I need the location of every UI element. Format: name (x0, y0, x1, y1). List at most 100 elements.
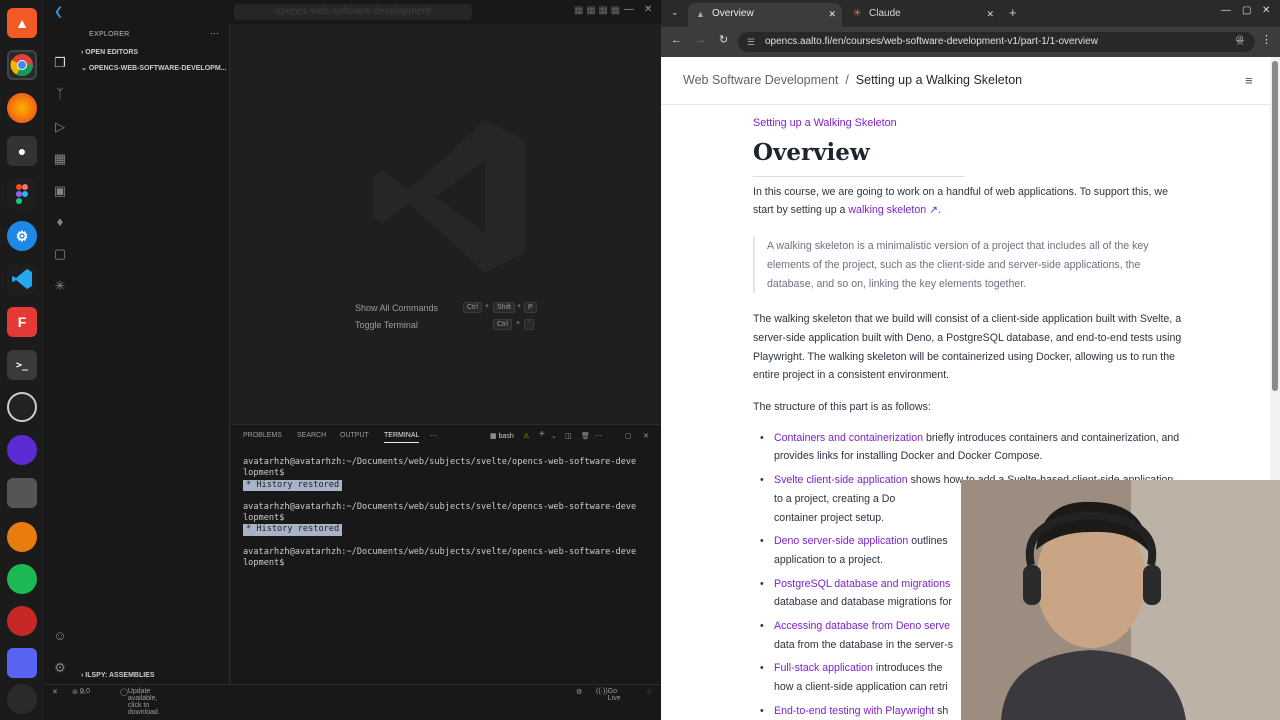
close-tab-icon[interactable]: ✕ (986, 3, 994, 25)
docker-icon[interactable]: ▢ (52, 246, 68, 262)
walking-skeleton-link[interactable]: walking skeleton ↗ (848, 204, 938, 216)
layout-icon[interactable]: ▦ ▦ ▦ ▦ (574, 5, 620, 16)
workspace-folder-section[interactable]: ⌄ OPENCS-WEB-SOFTWARE-DEVELOPM... (81, 64, 226, 72)
list-text: data from the database in the server-s (774, 638, 954, 651)
section-kicker[interactable]: Setting up a Walking Skeleton (753, 114, 1183, 133)
explorer-icon[interactable]: ❐ (52, 55, 68, 71)
list-link[interactable]: Accessing database from Deno serve (774, 620, 950, 632)
ubuntu-icon[interactable] (7, 684, 37, 714)
problems-status[interactable]: ⊘ 0 ⚠ 0 (72, 688, 90, 696)
vscode-icon[interactable] (7, 264, 37, 294)
manage-gear-icon[interactable]: ⚙ (52, 660, 68, 676)
tab-claude[interactable]: ✳ Claude ✕ (845, 3, 1000, 27)
command-center[interactable]: opencs-web-software-development (234, 4, 472, 20)
minimize-icon[interactable]: — (1221, 5, 1231, 16)
list-link[interactable]: Svelte client-side application (774, 474, 908, 486)
hint-show-all-commands: Show All Commands (355, 303, 439, 313)
file-icon[interactable] (7, 478, 37, 508)
brave-browser-icon[interactable]: ▲ (7, 8, 37, 38)
remote-explorer-icon[interactable]: ▣ (52, 183, 68, 199)
terminal-line: avatarhzh@avatarhzh:~/Documents/web/subj… (243, 457, 655, 480)
panel-more-icon[interactable]: ⋯ (430, 432, 437, 440)
run-debug-icon[interactable]: ▷ (52, 119, 68, 135)
list-link[interactable]: PostgreSQL database and migrations (774, 578, 950, 590)
close-tab-icon[interactable]: ✕ (828, 3, 836, 25)
close-icon[interactable]: ✕ (644, 4, 652, 15)
terminal-icon: ▦ (490, 433, 499, 440)
menu-icon[interactable]: ⋮ (1261, 33, 1272, 46)
list-link[interactable]: Full-stack application (774, 662, 873, 674)
intro-end: . (937, 204, 941, 217)
hint-toggle-terminal: Toggle Terminal (355, 320, 418, 330)
go-live-button[interactable]: ((·)) Go Live (596, 688, 621, 702)
list-text: sh (934, 704, 949, 717)
tab-problems[interactable]: PROBLEMS (243, 432, 282, 439)
obs-icon[interactable] (7, 392, 37, 422)
hamburger-menu-icon[interactable]: ≡ (1245, 73, 1253, 88)
copilot-icon[interactable]: ⚙ (576, 688, 582, 696)
kbd-ctrl: Ctrl (493, 319, 512, 330)
discord-icon[interactable] (7, 648, 37, 678)
tor-icon[interactable] (7, 435, 37, 465)
breadcrumb-course[interactable]: Web Software Development (683, 73, 838, 87)
firefox-icon[interactable] (7, 93, 37, 123)
list-link[interactable]: Containers and containerization (774, 432, 923, 444)
extensions-icon[interactable]: ▦ (52, 151, 68, 167)
warning-icon: ⚠ (523, 433, 530, 440)
close-panel-icon[interactable]: ✕ (643, 432, 649, 440)
foliate-icon[interactable]: F (7, 307, 37, 337)
new-tab-icon[interactable]: + (1009, 5, 1017, 20)
maximize-icon[interactable]: ▢ (1242, 5, 1251, 16)
ilspy-section[interactable]: › ILSPY: ASSEMBLIES (81, 672, 155, 679)
intro-paragraph: In this course, we are going to work on … (753, 183, 1183, 220)
shell-name: bash (498, 433, 514, 440)
minimize-icon[interactable]: — (624, 4, 634, 15)
spotify-icon[interactable] (7, 564, 37, 594)
close-window-icon[interactable]: ✕ (1262, 5, 1270, 16)
breadcrumb: Web Software Development / Setting up a … (683, 73, 1022, 87)
tab-title: Overview (712, 8, 754, 19)
scrollbar-thumb[interactable] (1272, 61, 1278, 391)
split-terminal-icon[interactable]: ◫ (565, 432, 572, 440)
tab-terminal[interactable]: TERMINAL (384, 432, 420, 443)
maximize-panel-icon[interactable]: ▢ (625, 432, 632, 440)
spark-icon[interactable]: ✳ (52, 278, 68, 294)
tab-overview[interactable]: ▲ Overview ✕ (688, 3, 842, 27)
figma-icon[interactable] (7, 179, 37, 209)
list-link[interactable]: End-to-end testing with Playwright (774, 705, 934, 717)
terminal-icon[interactable]: >_ (7, 350, 37, 380)
eye-icon[interactable] (7, 606, 37, 636)
list-link[interactable]: Deno server-side application (774, 535, 908, 547)
bell-icon[interactable]: ♢ (646, 688, 652, 696)
site-info-icon[interactable]: ☰ (747, 32, 755, 52)
paragraph: The structure of this part is as follows… (753, 401, 931, 414)
remote-icon[interactable]: ✕ (52, 688, 58, 696)
chevron-down-icon[interactable]: ⌄ (551, 432, 557, 440)
mongodb-icon[interactable]: ♦ (52, 214, 68, 230)
update-notice[interactable]: ◯ Update available, click to download. (120, 688, 160, 716)
back-icon[interactable]: ← (671, 34, 682, 46)
tab-output[interactable]: OUTPUT (340, 432, 369, 439)
terminal-shell-label[interactable]: ▦ bash (490, 432, 514, 440)
reload-icon[interactable]: ↻ (719, 33, 728, 46)
chrome-icon[interactable] (7, 50, 37, 80)
tab-search-icon[interactable]: ⌄ (671, 7, 679, 18)
vscode-logo-icon: ❮ (54, 6, 64, 18)
forward-icon[interactable]: → (695, 34, 706, 46)
new-terminal-icon[interactable]: + (539, 429, 545, 440)
kbd-backtick: ` (524, 319, 535, 330)
blender-icon[interactable] (7, 522, 37, 552)
gimp-icon[interactable]: ● (7, 136, 37, 166)
more-actions-icon[interactable]: ⋯ (210, 28, 219, 39)
gear-app-icon[interactable]: ⚙ (7, 221, 37, 251)
tab-search[interactable]: SEARCH (297, 432, 326, 439)
list-item: Containers and containerization briefly … (753, 429, 1183, 466)
more-icon[interactable]: ⋯ (595, 432, 602, 440)
open-editors-section[interactable]: › OPEN EDITORS (81, 49, 138, 56)
address-bar[interactable]: ☰ opencs.aalto.fi/en/courses/web-softwar… (738, 32, 1255, 52)
source-control-icon[interactable]: ᛉ (52, 86, 68, 102)
terminal-output[interactable]: avatarhzh@avatarhzh:~/Documents/web/subj… (243, 457, 655, 569)
trash-icon[interactable]: 🗑 (581, 432, 590, 440)
profile-icon[interactable]: ☺ (1234, 33, 1245, 45)
account-icon[interactable]: ☺ (52, 628, 68, 644)
